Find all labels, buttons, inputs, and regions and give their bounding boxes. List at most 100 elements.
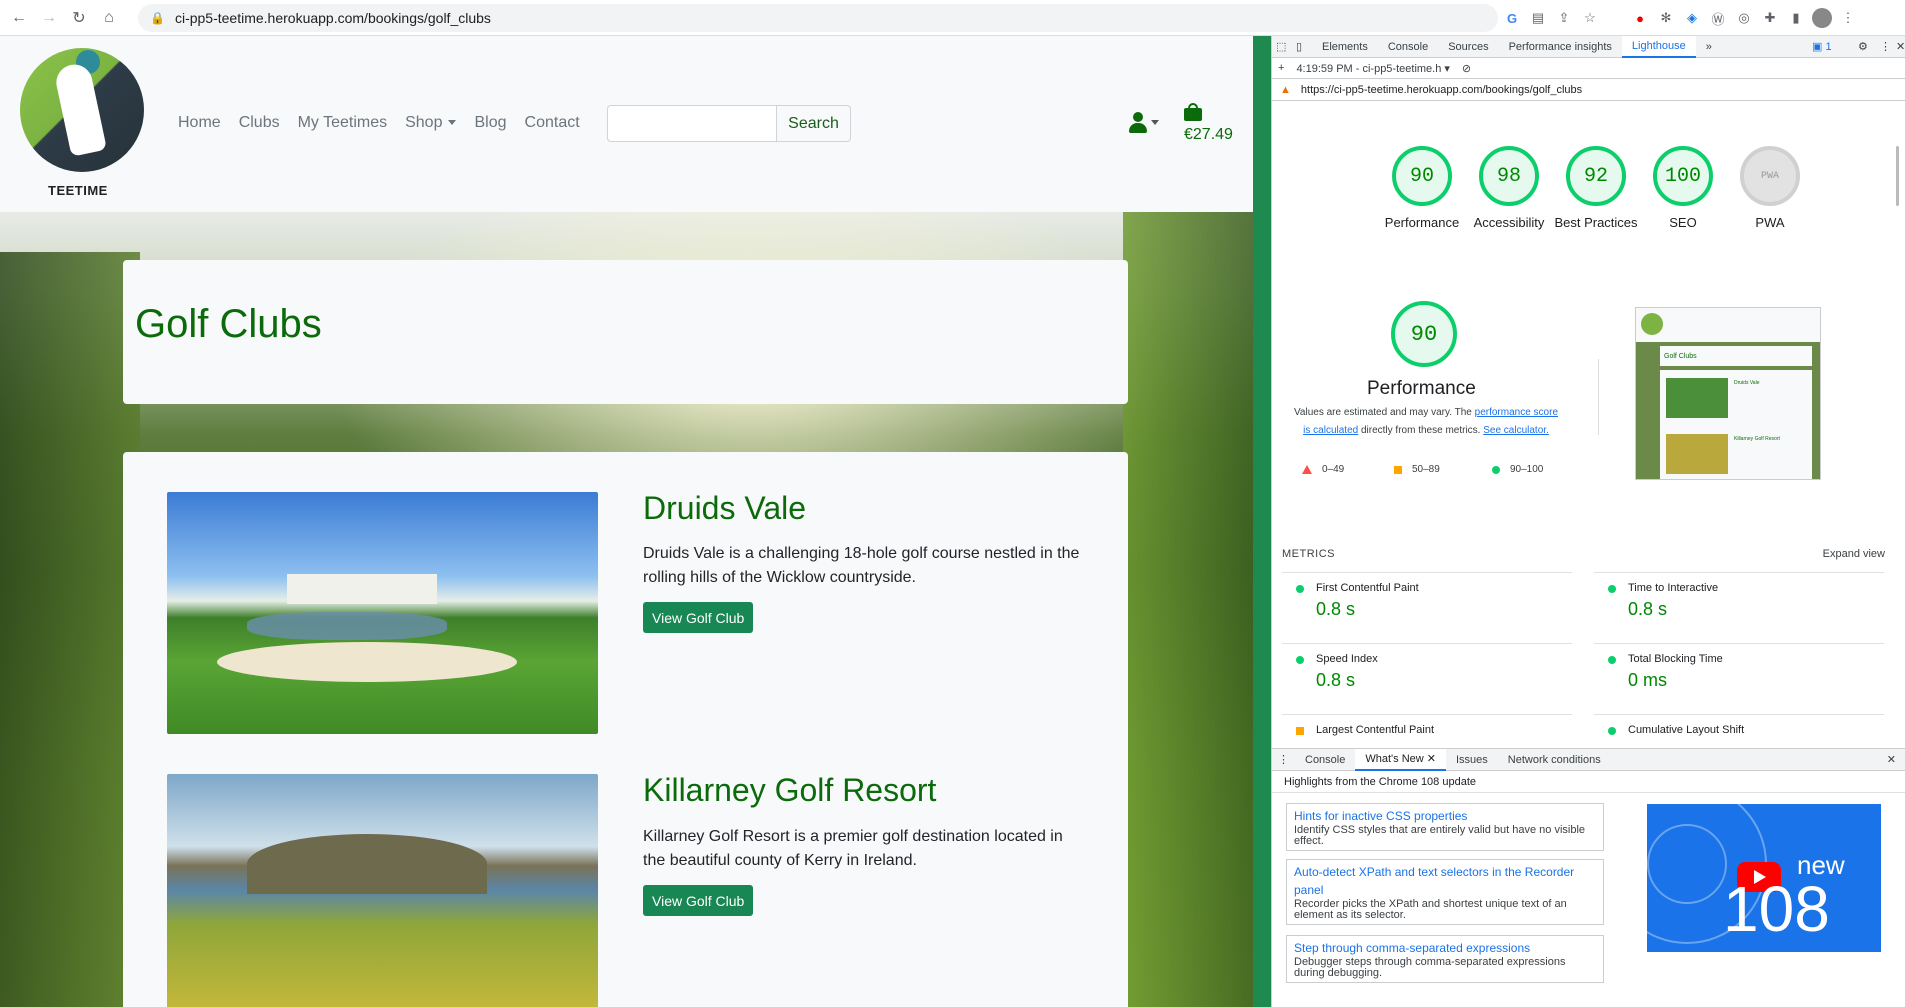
nav-home[interactable]: Home [178, 114, 221, 132]
device-toggle-icon[interactable]: ▯ [1292, 36, 1312, 58]
page-title: Golf Clubs [135, 302, 322, 346]
feature-title[interactable]: Hints for inactive CSS properties [1294, 807, 1596, 825]
legend-label: 0–49 [1322, 464, 1345, 475]
feature-card[interactable]: Hints for inactive CSS properties Identi… [1286, 803, 1604, 851]
thumb-club: Druids Vale [1734, 380, 1760, 386]
tab-console[interactable]: Console [1378, 36, 1438, 58]
close-tab-icon[interactable]: ✕ [1427, 752, 1436, 765]
report-url[interactable]: https://ci-pp5-teetime.herokuapp.com/boo… [1301, 84, 1582, 96]
nav-shop-label: Shop [405, 114, 443, 131]
see-calculator-link[interactable]: See calculator. [1483, 425, 1549, 436]
add-report-icon[interactable]: + [1278, 62, 1284, 74]
menu-icon[interactable]: ⋮ [1838, 8, 1858, 28]
expand-view-link[interactable]: Expand view [1823, 548, 1885, 560]
pwa-badge-text: PWA [1760, 170, 1779, 182]
extension-icon[interactable]: ✻ [1656, 8, 1676, 28]
report-selector[interactable]: 4:19:59 PM - ci-pp5-teetime.h ▾ [1296, 62, 1449, 75]
feature-desc: Recorder picks the XPath and shortest un… [1294, 898, 1567, 921]
drawer-tab-whats-new[interactable]: What's New ✕ [1355, 748, 1446, 771]
score-label: Best Practices [1554, 215, 1638, 230]
club-name[interactable]: Killarney Golf Resort [643, 772, 936, 809]
cart-total[interactable]: €27.49 [1184, 126, 1233, 144]
club-image [167, 492, 598, 734]
view-golf-club-button[interactable]: View Golf Club [643, 885, 754, 916]
nav-contact[interactable]: Contact [525, 114, 580, 132]
search-input[interactable] [607, 105, 777, 142]
profile-avatar[interactable] [1812, 8, 1832, 28]
square-icon [1394, 465, 1402, 474]
shopping-bag-icon[interactable] [1184, 103, 1202, 121]
drawer-tab-issues[interactable]: Issues [1446, 749, 1498, 771]
nav-blog[interactable]: Blog [474, 114, 506, 132]
tab-lighthouse[interactable]: Lighthouse [1621, 36, 1696, 58]
metric-row: Total Blocking Time 0 ms [1594, 643, 1884, 703]
score-gauge[interactable]: 100 [1653, 146, 1713, 206]
average-square-icon [1296, 727, 1304, 735]
score-gauge[interactable]: 98 [1479, 146, 1539, 206]
tab-elements[interactable]: Elements [1312, 36, 1378, 58]
close-icon[interactable]: ✕ [1886, 36, 1905, 58]
back-icon[interactable]: ← [8, 7, 30, 29]
lighthouse-toolbar: + 4:19:59 PM - ci-pp5-teetime.h ▾ ⊘ [1272, 58, 1905, 79]
score-gauge[interactable]: 92 [1566, 146, 1626, 206]
whats-new-video-banner[interactable]: new 108 [1647, 804, 1881, 952]
score-gauge[interactable]: 90 [1392, 146, 1452, 206]
lighthouse-icon: ▲ [1280, 83, 1291, 96]
opera-extension-icon[interactable]: ● [1630, 8, 1650, 28]
nav-shop[interactable]: Shop [405, 114, 457, 132]
nav-clubs[interactable]: Clubs [239, 114, 280, 132]
bookmark-star-icon[interactable]: ☆ [1580, 8, 1600, 28]
metric-row: Speed Index 0.8 s [1282, 643, 1572, 703]
close-drawer-icon[interactable]: ✕ [1877, 749, 1905, 771]
performance-note: Values are estimated and may vary. The p… [1292, 404, 1560, 440]
metric-value: 0.8 s [1628, 599, 1668, 619]
drawer-menu-icon[interactable]: ⋮ [1272, 749, 1295, 771]
share-icon[interactable]: ⇪ [1554, 8, 1574, 28]
search-button[interactable]: Search [777, 105, 851, 142]
report-time: 4:19:59 PM - ci-pp5-teetime.h [1296, 62, 1442, 75]
club-name[interactable]: Druids Vale [643, 490, 806, 527]
google-icon[interactable]: G [1502, 8, 1522, 28]
feature-card[interactable]: Auto-detect XPath and text selectors in … [1286, 859, 1604, 925]
scrollbar[interactable] [1896, 146, 1899, 206]
pwa-badge[interactable]: PWA [1740, 146, 1800, 206]
score-label: SEO [1669, 215, 1697, 230]
teetime-logo[interactable] [20, 48, 144, 172]
issues-badge[interactable]: ▣ 1 [1802, 36, 1842, 58]
more-tabs-icon[interactable]: » [1696, 36, 1722, 58]
drawer-tab-network-conditions[interactable]: Network conditions [1498, 749, 1611, 771]
metric-row: Time to Interactive 0.8 s [1594, 572, 1884, 632]
legend-fail: 0–49 [1302, 464, 1344, 475]
reload-icon[interactable]: ↻ [68, 7, 90, 29]
extension-icon[interactable]: ◎ [1734, 8, 1754, 28]
puzzle-icon[interactable]: ✚ [1760, 8, 1780, 28]
highlights-heading: Highlights from the Chrome 108 update [1272, 771, 1905, 793]
tab-performance-insights[interactable]: Performance insights [1499, 36, 1622, 58]
side-panel-icon[interactable]: ▮ [1786, 8, 1806, 28]
feature-card[interactable]: Step through comma-separated expressions… [1286, 935, 1604, 983]
drawer-tabs: ⋮ Console What's New ✕ Issues Network co… [1272, 748, 1905, 771]
nav-my-teetimes[interactable]: My Teetimes [298, 114, 388, 132]
tab-sources[interactable]: Sources [1438, 36, 1498, 58]
club-description: Killarney Golf Resort is a premier golf … [643, 828, 1063, 869]
forward-icon[interactable]: → [38, 7, 60, 29]
drawer-tab-console[interactable]: Console [1295, 749, 1355, 771]
page-splitter[interactable] [1253, 36, 1271, 1007]
home-icon[interactable]: ⌂ [98, 7, 120, 29]
extension-icon[interactable]: ◈ [1682, 8, 1702, 28]
user-account-icon[interactable] [1128, 112, 1159, 134]
feature-title[interactable]: Auto-detect XPath and text selectors in … [1294, 863, 1596, 899]
wordpress-icon[interactable]: Ⓦ [1708, 8, 1728, 28]
clear-icon[interactable]: ⊘ [1462, 62, 1471, 75]
url-text: ci-pp5-teetime.herokuapp.com/bookings/go… [174, 10, 491, 26]
reader-mode-icon[interactable]: ▤ [1528, 8, 1548, 28]
inspect-icon[interactable]: ⬚ [1272, 36, 1292, 58]
address-bar[interactable]: 🔒 ci-pp5-teetime.herokuapp.com/bookings/… [138, 4, 1498, 32]
thumb-title: Golf Clubs [1664, 353, 1697, 360]
metric-value: 0.8 s [1316, 670, 1356, 690]
drawer-tab-label: What's New [1365, 752, 1424, 765]
feature-title[interactable]: Step through comma-separated expressions [1294, 939, 1596, 957]
score-label: PWA [1755, 215, 1785, 230]
view-golf-club-button[interactable]: View Golf Club [643, 602, 754, 633]
page-screenshot-thumbnail[interactable]: Golf Clubs Druids Vale Killarney Golf Re… [1635, 307, 1821, 480]
